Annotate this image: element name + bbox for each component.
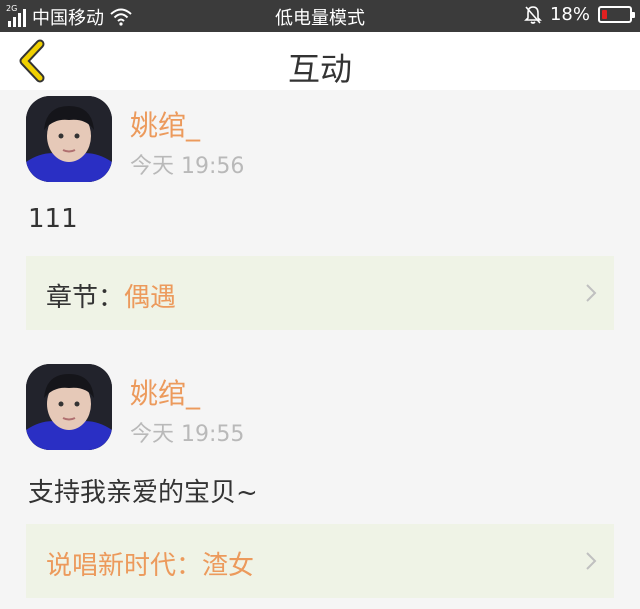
bell-muted-icon: [524, 5, 542, 24]
username[interactable]: 姚绾_: [130, 104, 200, 144]
interaction-feed: 姚绾_ 今天 19:56 111 章节：偶遇 姚绾_ 今天 19:55 支持我亲…: [0, 90, 640, 609]
chevron-right-icon: [586, 552, 597, 570]
list-item: 姚绾_ 今天 19:56 111 章节：偶遇: [0, 90, 640, 358]
comment-text: 支持我亲爱的宝贝~: [28, 478, 258, 508]
username[interactable]: 姚绾_: [130, 372, 200, 412]
avatar[interactable]: [26, 96, 112, 182]
chevron-right-icon: [586, 284, 597, 302]
status-bar: 2G 中国移动 低电量模式 18%: [0, 0, 640, 32]
chapter-text: 说唱新时代：渣女: [46, 545, 254, 582]
list-item: 姚绾_ 今天 19:55 支持我亲爱的宝贝~ 说唱新时代：渣女: [0, 358, 640, 609]
comment-text: 111: [28, 204, 78, 234]
battery-icon: [598, 6, 635, 23]
status-right: 18%: [524, 4, 635, 25]
avatar-image: [26, 96, 112, 182]
battery-fill: [602, 10, 607, 19]
chapter-label: 章节：: [46, 283, 125, 313]
header: 互动: [0, 32, 640, 90]
avatar-image: [26, 364, 112, 450]
page-title: 互动: [287, 50, 352, 88]
chapter-text: 章节：偶遇: [46, 277, 176, 314]
battery-percent: 18%: [549, 4, 590, 25]
chapter-link[interactable]: 章节：偶遇: [26, 256, 614, 330]
chapter-name: 说唱新时代：渣女: [46, 551, 255, 581]
avatar[interactable]: [26, 364, 112, 450]
chapter-link[interactable]: 说唱新时代：渣女: [26, 524, 614, 598]
timestamp: 今天 19:56: [130, 154, 245, 179]
timestamp: 今天 19:55: [130, 422, 245, 447]
chapter-name: 偶遇: [124, 283, 177, 313]
